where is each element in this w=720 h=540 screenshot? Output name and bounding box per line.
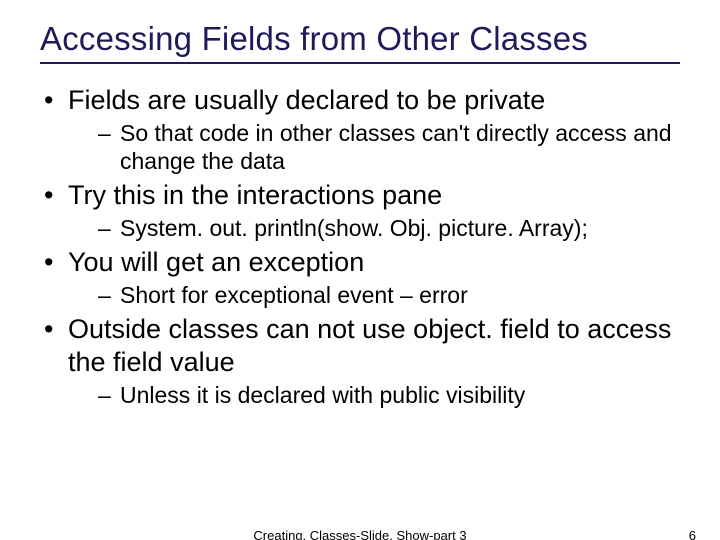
bullet-text: You will get an exception (68, 247, 364, 277)
sub-item: Short for exceptional event – error (68, 281, 680, 309)
bullet-list: Fields are usually declared to be privat… (40, 84, 680, 409)
slide-title: Accessing Fields from Other Classes (40, 20, 680, 64)
list-item: Outside classes can not use object. fiel… (40, 313, 680, 409)
page-number: 6 (689, 528, 696, 540)
footer-text: Creating. Classes-Slide. Show-part 3 (0, 528, 720, 540)
sub-list: Short for exceptional event – error (68, 281, 680, 309)
bullet-text: Try this in the interactions pane (68, 180, 442, 210)
sub-item: So that code in other classes can't dire… (68, 119, 680, 175)
list-item: Fields are usually declared to be privat… (40, 84, 680, 175)
sub-list: System. out. println(show. Obj. picture.… (68, 214, 680, 242)
sub-item: Unless it is declared with public visibi… (68, 381, 680, 409)
list-item: Try this in the interactions pane System… (40, 179, 680, 242)
sub-item: System. out. println(show. Obj. picture.… (68, 214, 680, 242)
sub-list: So that code in other classes can't dire… (68, 119, 680, 175)
slide: Accessing Fields from Other Classes Fiel… (0, 0, 720, 540)
bullet-text: Fields are usually declared to be privat… (68, 85, 545, 115)
sub-list: Unless it is declared with public visibi… (68, 381, 680, 409)
list-item: You will get an exception Short for exce… (40, 246, 680, 309)
bullet-text: Outside classes can not use object. fiel… (68, 314, 671, 377)
